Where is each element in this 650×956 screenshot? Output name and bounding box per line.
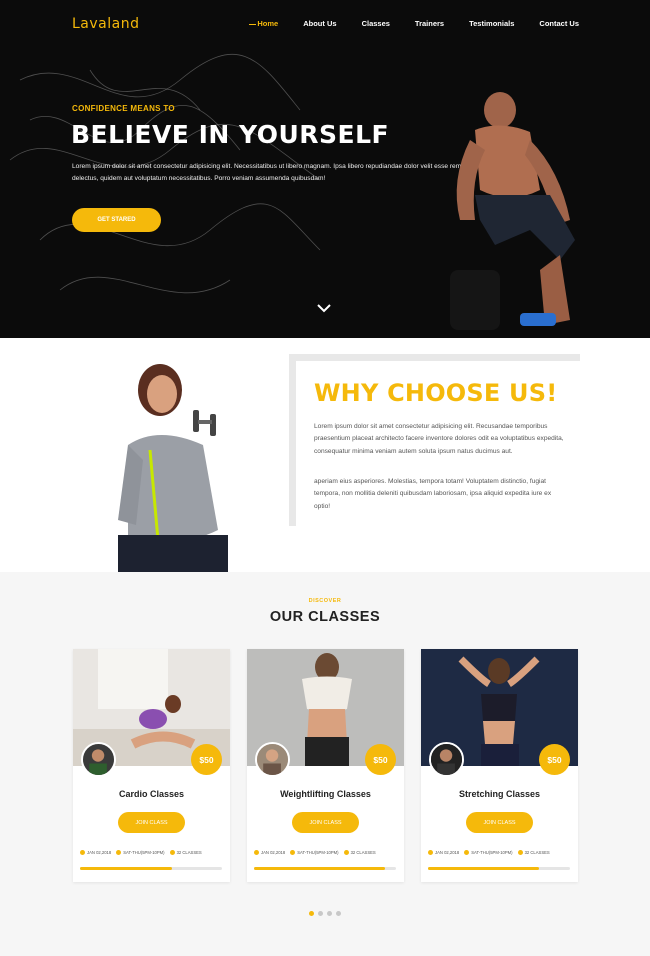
nav-home[interactable]: Home	[249, 19, 278, 28]
class-meta: JAN 02,2018 SAT-THU(5PM-10PM) 32 CLASSES	[80, 850, 226, 855]
class-card-weightlifting[interactable]: $50 Weightlifting Classes JOIN CLASS JAN…	[247, 649, 404, 882]
class-progress-bar	[428, 867, 570, 870]
calendar-icon	[428, 850, 433, 855]
trainer-woman-image	[118, 364, 228, 572]
why-paragraph-2: aperiam eius asperiores. Molestias, temp…	[314, 478, 552, 510]
athlete-image	[450, 92, 575, 330]
trainer-avatar	[429, 742, 464, 777]
class-time: SAT-THU(5PM-10PM)	[471, 850, 513, 855]
carousel-dot[interactable]	[309, 911, 314, 916]
list-icon	[517, 850, 523, 855]
price-badge: $50	[365, 744, 396, 775]
class-count: 32 CLASSES	[524, 850, 550, 855]
class-title: Stretching Classes	[458, 789, 541, 799]
class-time: SAT-THU(5PM-10PM)	[123, 850, 165, 855]
progress-fill	[80, 867, 173, 870]
class-card-cardio[interactable]: $50 Cardio Classes JOIN CLASS JAN 02,201…	[73, 649, 230, 882]
carousel-dot[interactable]	[327, 911, 332, 916]
why-choose-section: WHY CHOOSE US! Lorem ipsum dolor sit ame…	[0, 338, 650, 572]
main-nav: Home About Us Classes Trainers Testimoni…	[249, 19, 579, 28]
trainer-avatar	[81, 742, 116, 777]
nav-about-us[interactable]: About Us	[303, 19, 336, 28]
carousel-dots	[309, 911, 341, 916]
class-meta: JAN 02,2018 SAT-THU(5PM-10PM) 32 CLASSES	[254, 850, 400, 855]
nav-contact-us[interactable]: Contact Us	[539, 19, 579, 28]
hero-section: Lavaland Home About Us Classes Trainers …	[0, 0, 650, 338]
list-icon	[343, 850, 349, 855]
carousel-dot[interactable]	[318, 911, 323, 916]
join-class-button[interactable]: JOIN CLASS	[292, 812, 359, 833]
trainer-avatar	[255, 742, 290, 777]
clock-icon	[116, 850, 122, 855]
class-meta: JAN 02,2018 SAT-THU(5PM-10PM) 32 CLASSES	[428, 850, 574, 855]
join-class-button[interactable]: JOIN CLASS	[466, 812, 533, 833]
class-progress-bar	[80, 867, 222, 870]
calendar-icon	[254, 850, 259, 855]
site-logo[interactable]: Lavaland	[72, 16, 139, 32]
nav-classes[interactable]: Classes	[362, 19, 390, 28]
classes-title: OUR CLASSES	[269, 609, 381, 625]
why-title: WHY CHOOSE US!	[314, 379, 558, 407]
class-card-stretching[interactable]: $50 Stretching Classes JOIN CLASS JAN 02…	[421, 649, 578, 882]
get-started-button[interactable]: GET STARED	[72, 208, 161, 232]
join-class-button[interactable]: JOIN CLASS	[118, 812, 185, 833]
list-icon	[169, 850, 175, 855]
price-badge: $50	[191, 744, 222, 775]
hero-title: BELIEVE IN YOURSELF	[71, 120, 390, 149]
calendar-icon	[80, 850, 85, 855]
chevron-down-icon[interactable]	[317, 303, 331, 313]
progress-fill	[428, 867, 539, 870]
why-paragraph-1: Lorem ipsum dolor sit amet consectetur a…	[314, 423, 564, 455]
classes-kicker: DISCOVER	[308, 598, 342, 604]
carousel-dot[interactable]	[336, 911, 341, 916]
clock-icon	[464, 850, 470, 855]
price-badge: $50	[539, 744, 570, 775]
smoke-background	[9, 53, 321, 294]
class-date: JAN 02,2018	[87, 850, 112, 855]
clock-icon	[290, 850, 296, 855]
nav-trainers[interactable]: Trainers	[415, 19, 444, 28]
class-date: JAN 02,2018	[435, 850, 460, 855]
class-progress-bar	[254, 867, 396, 870]
class-count: 32 CLASSES	[350, 850, 376, 855]
class-date: JAN 02,2018	[261, 850, 286, 855]
progress-fill	[254, 867, 385, 870]
hero-kicker: CONFIDENCE MEANS TO	[72, 104, 175, 113]
class-count: 32 CLASSES	[176, 850, 202, 855]
class-title: Cardio Classes	[118, 789, 185, 799]
classes-section: DISCOVER OUR CLASSES $50 Cardio Classes …	[0, 572, 650, 956]
nav-testimonials[interactable]: Testimonials	[469, 19, 514, 28]
class-time: SAT-THU(5PM-10PM)	[297, 850, 339, 855]
class-title: Weightlifting Classes	[280, 789, 371, 799]
